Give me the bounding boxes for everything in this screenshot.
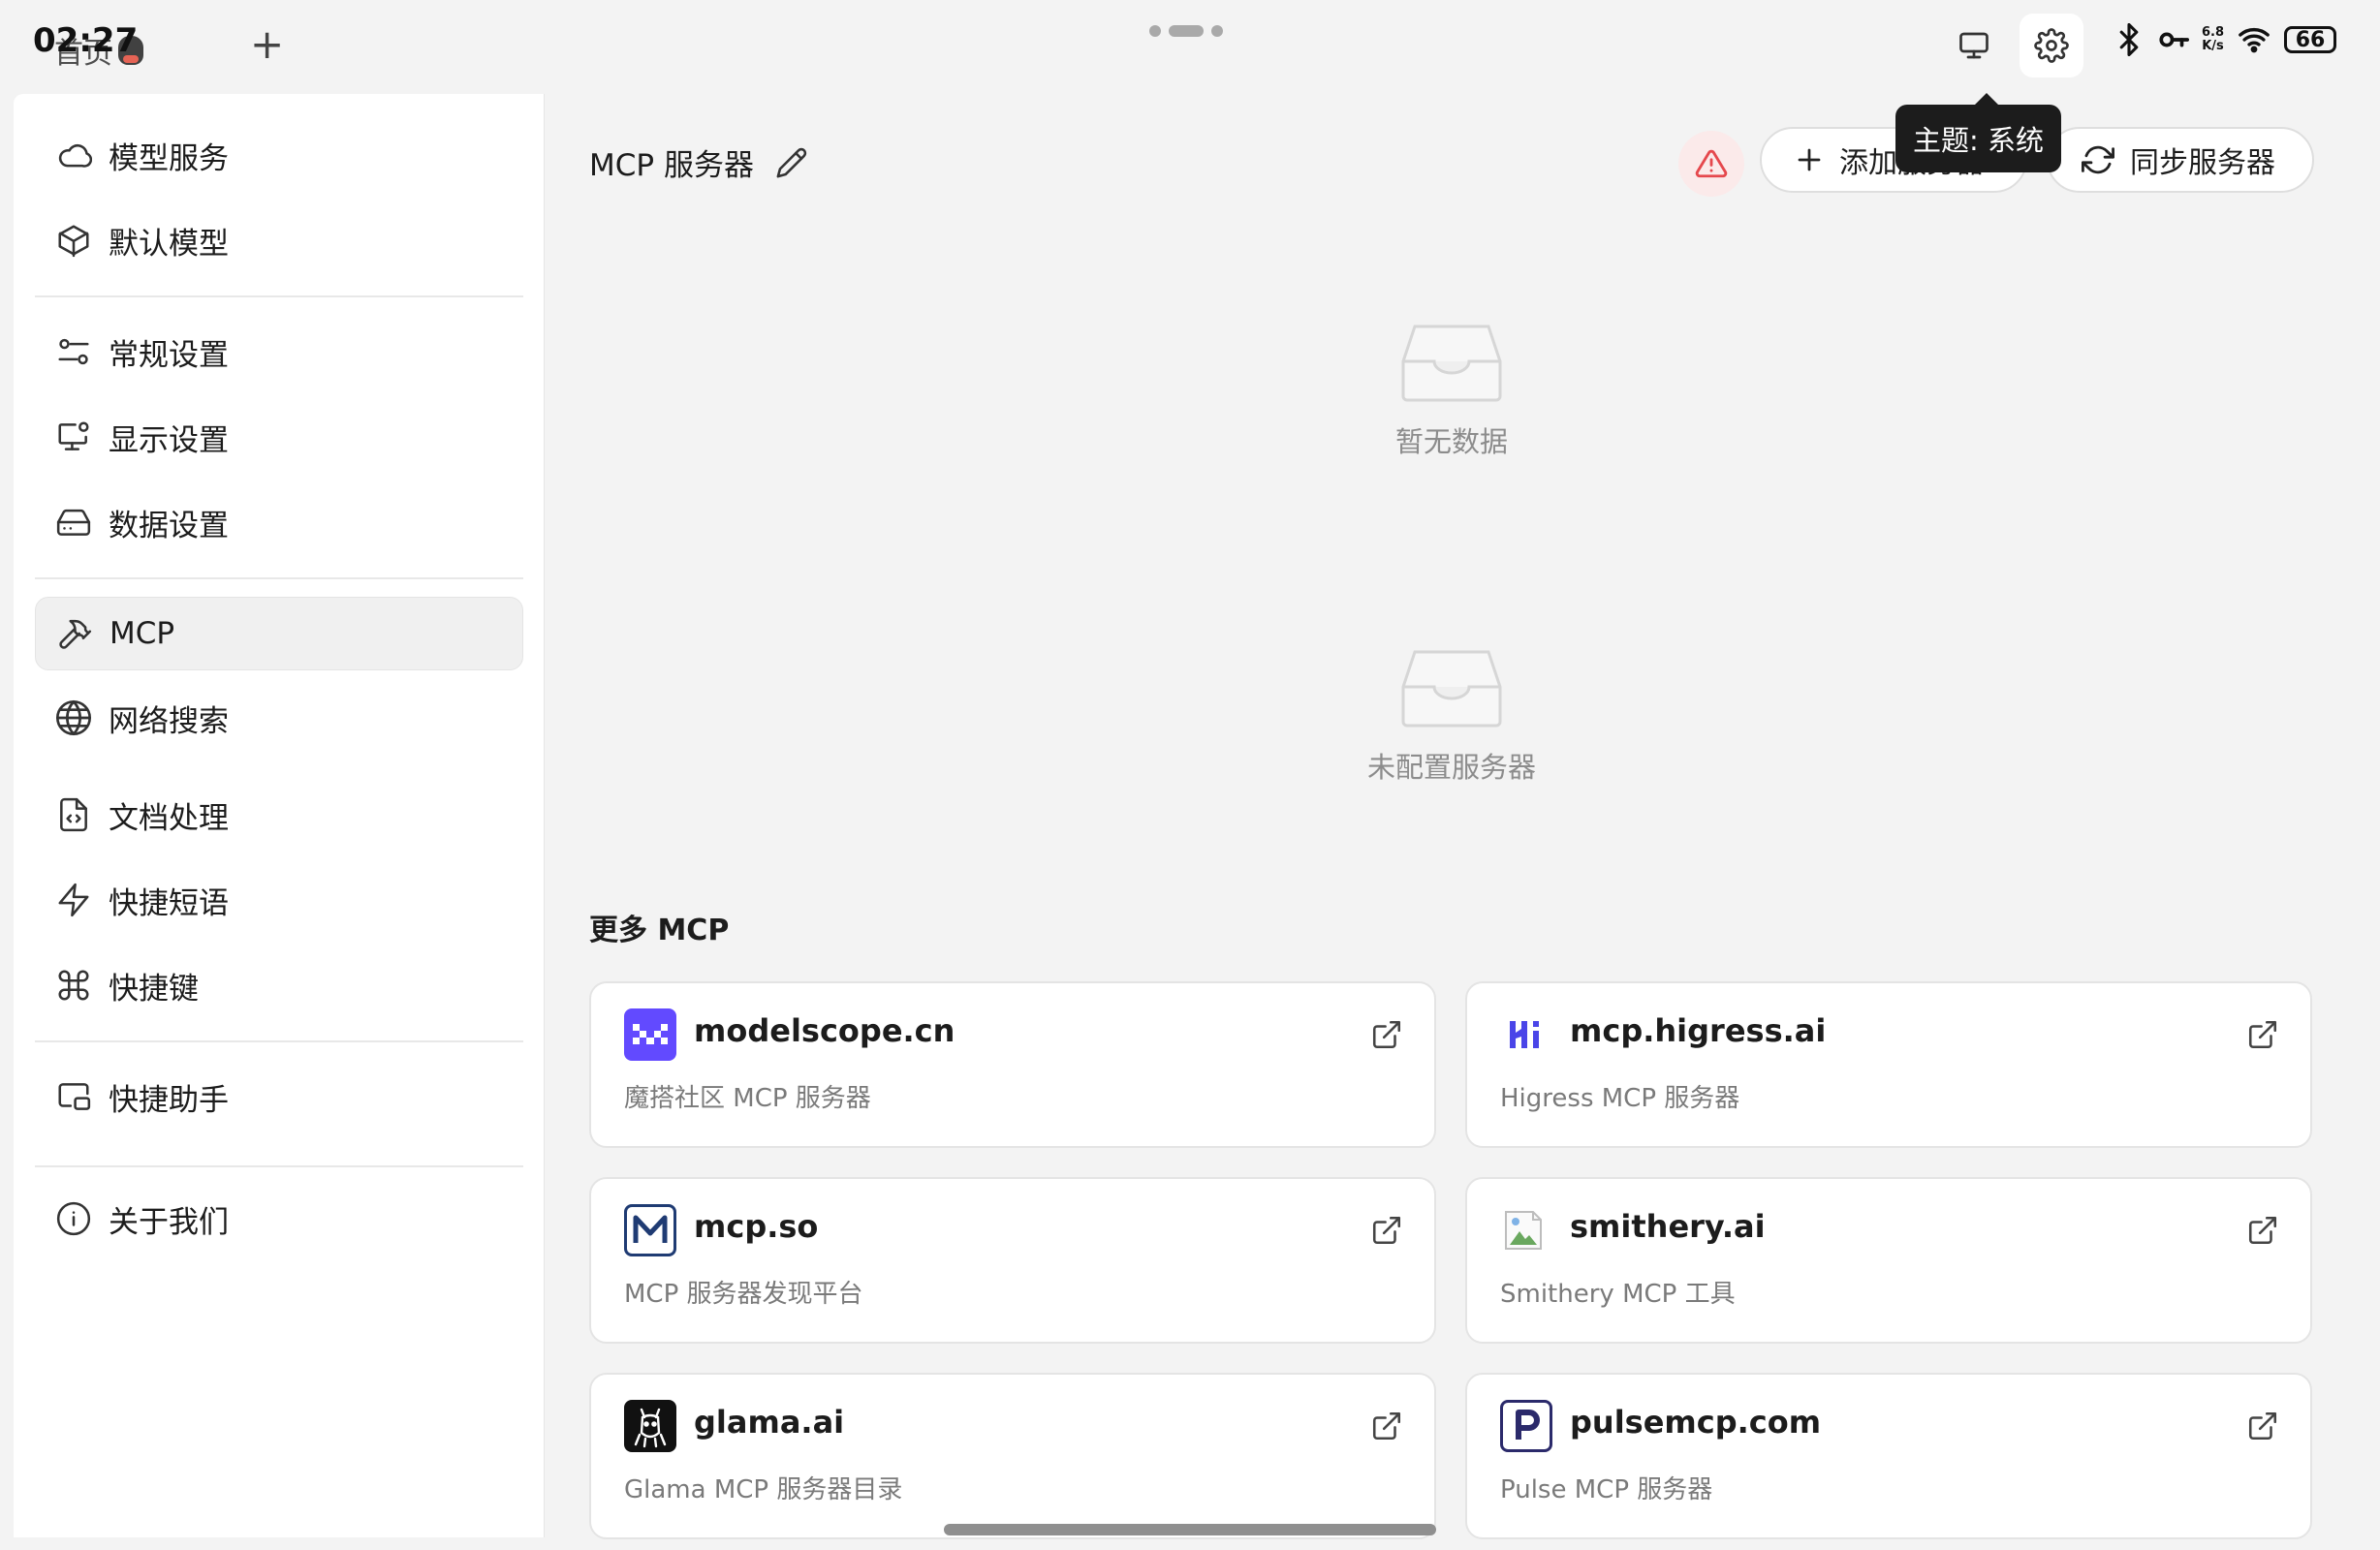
- external-link-icon[interactable]: [1370, 1018, 1403, 1051]
- card-name: glama.ai: [694, 1404, 845, 1441]
- command-icon: [54, 966, 93, 1005]
- mcp-card-mcpso[interactable]: mcp.so MCP 服务器发现平台: [589, 1177, 1436, 1344]
- status-time: 02:27: [33, 21, 139, 60]
- empty-inbox-icon: [1401, 650, 1502, 728]
- card-name: modelscope.cn: [694, 1012, 955, 1049]
- sidebar-item-quick-phrases[interactable]: 快捷短语: [35, 863, 523, 937]
- pulsemcp-logo: [1500, 1400, 1552, 1452]
- external-link-icon[interactable]: [2246, 1214, 2279, 1247]
- theme-tooltip: 主题: 系统: [1895, 93, 2061, 172]
- more-mcp-title: 更多 MCP: [589, 914, 730, 947]
- mcp-settings-panel: MCP 服务器 添加服务器 同步服务器 暂无数据 未配置服务器 更多 MCP m…: [545, 94, 2380, 1539]
- key-icon: [2159, 32, 2190, 47]
- empty-data-state: 暂无数据: [545, 323, 2359, 460]
- refresh-icon: [2082, 145, 2114, 174]
- sidebar-item-document-processing[interactable]: 文档处理: [35, 778, 523, 852]
- theme-toggle-button[interactable]: [1942, 14, 2006, 78]
- mcp-card-smithery[interactable]: smithery.ai Smithery MCP 工具: [1465, 1177, 2312, 1344]
- mcp-card-glama[interactable]: glama.ai Glama MCP 服务器目录: [589, 1373, 1436, 1539]
- external-link-icon[interactable]: [1370, 1410, 1403, 1442]
- card-description: Higress MCP 服务器: [1500, 1084, 1740, 1113]
- net-speed: 6.8 K/s: [2202, 25, 2225, 53]
- edit-pencil-icon[interactable]: [775, 146, 808, 179]
- external-link-icon[interactable]: [1370, 1214, 1403, 1247]
- external-link-icon[interactable]: [2246, 1410, 2279, 1442]
- no-server-label: 未配置服务器: [1366, 751, 1536, 784]
- globe-icon: [54, 698, 93, 737]
- sync-server-label: 同步服务器: [2130, 146, 2275, 180]
- sidebar-divider: [35, 1165, 523, 1167]
- sync-server-button[interactable]: 同步服务器: [2047, 127, 2314, 193]
- glama-logo: [624, 1400, 676, 1452]
- card-name: smithery.ai: [1570, 1208, 1766, 1245]
- sidebar-item-default-model[interactable]: 默认模型: [35, 203, 523, 277]
- empty-data-label: 暂无数据: [1394, 425, 1508, 458]
- horizontal-scrollbar[interactable]: [944, 1524, 1436, 1535]
- sliders-icon: [54, 332, 93, 371]
- zap-icon: [54, 881, 93, 919]
- settings-sidebar: 模型服务 默认模型 常规设置 显示设置 数据设置 MCP 网络搜索 文档处理 快…: [14, 94, 545, 1537]
- card-name: mcp.so: [694, 1208, 819, 1245]
- page-title: MCP 服务器: [589, 140, 808, 184]
- cloud-icon: [54, 136, 93, 174]
- bluetooth-icon: [2119, 23, 2139, 56]
- info-icon: [54, 1199, 93, 1238]
- sidebar-item-web-search[interactable]: 网络搜索: [35, 681, 523, 755]
- sidebar-item-about[interactable]: 关于我们: [35, 1182, 523, 1256]
- sidebar-item-display-settings[interactable]: 显示设置: [35, 400, 523, 474]
- sidebar-item-data-settings[interactable]: 数据设置: [35, 485, 523, 559]
- modelscope-logo: [624, 1008, 676, 1061]
- file-code-icon: [54, 795, 93, 834]
- card-description: MCP 服务器发现平台: [624, 1280, 863, 1309]
- multitask-handle[interactable]: [1149, 25, 1223, 37]
- mcp-card-pulsemcp[interactable]: pulsemcp.com Pulse MCP 服务器: [1465, 1373, 2312, 1539]
- mcpso-logo: [624, 1204, 676, 1256]
- card-description: Smithery MCP 工具: [1500, 1280, 1736, 1309]
- hammer-icon: [55, 614, 94, 653]
- monitor-icon: [1959, 32, 1989, 59]
- battery-indicator: 66: [2284, 26, 2337, 53]
- monitor-settings-icon: [54, 418, 93, 456]
- sidebar-divider: [35, 577, 523, 579]
- page-title-text: MCP 服务器: [589, 148, 754, 183]
- card-name: mcp.higress.ai: [1570, 1012, 1827, 1049]
- status-bar: 首页 02:27 + 6.8 K/s 66: [0, 0, 2380, 93]
- card-description: Glama MCP 服务器目录: [624, 1475, 903, 1504]
- sidebar-divider: [35, 295, 523, 297]
- wifi-icon: [2239, 28, 2270, 53]
- sidebar-item-model-service[interactable]: 模型服务: [35, 118, 523, 192]
- card-description: Pulse MCP 服务器: [1500, 1475, 1713, 1504]
- sidebar-item-mcp[interactable]: MCP: [35, 597, 523, 670]
- settings-button[interactable]: [2020, 14, 2083, 78]
- picture-in-picture-icon: [54, 1077, 93, 1116]
- card-name: pulsemcp.com: [1570, 1404, 1822, 1441]
- higress-logo: [1500, 1008, 1552, 1061]
- smithery-logo: [1500, 1204, 1552, 1256]
- empty-inbox-icon: [1401, 325, 1502, 402]
- cube-icon: [54, 221, 93, 260]
- warning-triangle-icon: [1695, 149, 1728, 178]
- gear-icon: [2034, 28, 2069, 63]
- sidebar-divider: [35, 1040, 523, 1042]
- sidebar-item-general-settings[interactable]: 常规设置: [35, 315, 523, 388]
- plus-icon: [1798, 148, 1821, 171]
- hard-drive-icon: [54, 503, 93, 542]
- mcp-card-higress[interactable]: mcp.higress.ai Higress MCP 服务器: [1465, 981, 2312, 1148]
- sidebar-item-shortcuts[interactable]: 快捷键: [35, 948, 523, 1022]
- external-link-icon[interactable]: [2246, 1018, 2279, 1051]
- sidebar-item-quick-assistant[interactable]: 快捷助手: [35, 1060, 523, 1133]
- warning-button[interactable]: [1678, 131, 1744, 197]
- card-description: 魔搭社区 MCP 服务器: [624, 1084, 871, 1113]
- new-tab-button[interactable]: +: [250, 24, 284, 65]
- mcp-card-modelscope[interactable]: modelscope.cn 魔搭社区 MCP 服务器: [589, 981, 1436, 1148]
- no-server-state: 未配置服务器: [545, 648, 2359, 786]
- system-status-icons: 6.8 K/s 66: [2113, 23, 2337, 56]
